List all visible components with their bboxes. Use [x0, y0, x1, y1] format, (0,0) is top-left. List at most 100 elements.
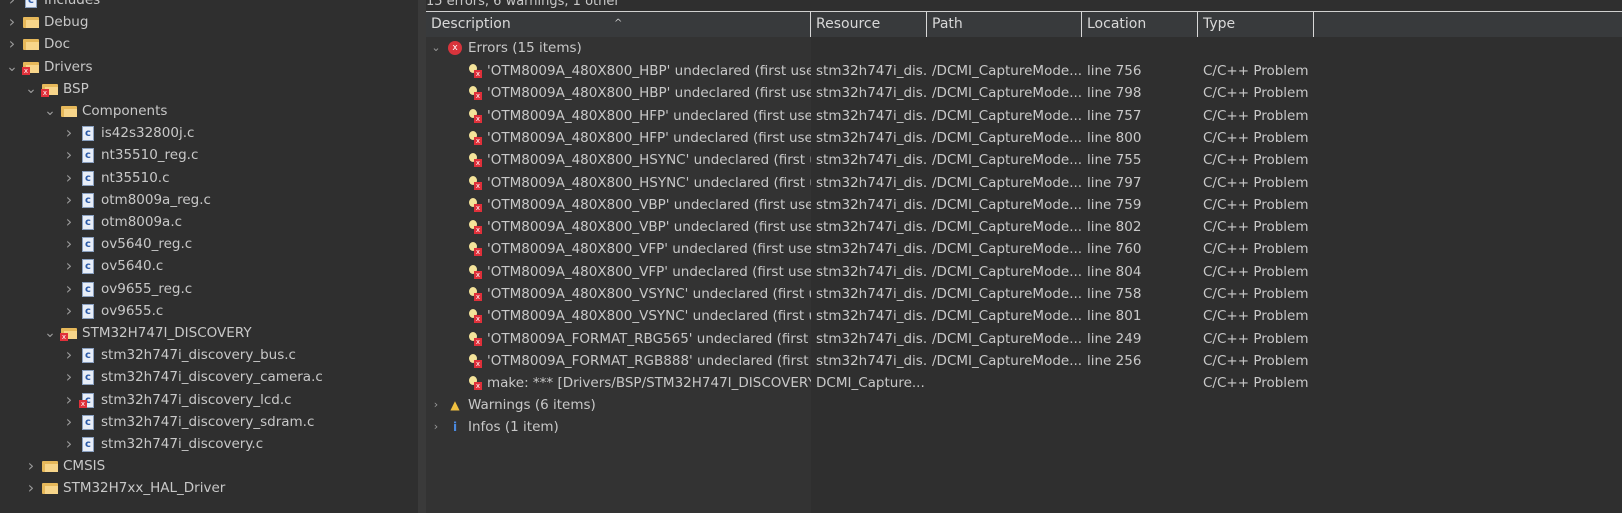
- errors-group[interactable]: ⌄ x Errors (15 items): [426, 37, 581, 59]
- problem-row[interactable]: x 'OTM8009A_480X800_VFP' undeclared (firs…: [426, 261, 1318, 283]
- tree-item[interactable]: › Debug: [4, 11, 89, 33]
- problem-description: 'OTM8009A_480X800_HFP' undeclared (first…: [487, 107, 811, 124]
- tree-item[interactable]: › nt35510_reg.c: [61, 144, 199, 167]
- problem-row[interactable]: x 'OTM8009A_FORMAT_RGB888' undeclared (fi…: [426, 350, 1318, 372]
- problem-row[interactable]: x 'OTM8009A_480X800_HSYNC' undeclared (fi…: [426, 172, 1318, 194]
- column-path[interactable]: Path: [927, 12, 1082, 37]
- tree-item-label: Debug: [44, 14, 89, 31]
- tree-item[interactable]: › ov5640_reg.c: [61, 233, 192, 256]
- chevron-right-icon[interactable]: ›: [61, 144, 77, 166]
- tree-item[interactable]: › ov5640.c: [61, 255, 164, 278]
- problem-row[interactable]: x 'OTM8009A_480X800_HBP' undeclared (firs…: [426, 60, 1318, 82]
- problem-location: line 759: [1087, 196, 1142, 213]
- problem-description: 'OTM8009A_FORMAT_RBG565' undeclared (fir…: [487, 330, 811, 347]
- chevron-right-icon[interactable]: ›: [61, 278, 77, 300]
- problem-resource: DCMI_Capture...: [816, 375, 925, 392]
- chevron-down-icon[interactable]: ⌄: [42, 100, 58, 122]
- problem-row[interactable]: x 'OTM8009A_480X800_HFP' undeclared (firs…: [426, 105, 1318, 127]
- problem-row[interactable]: x 'OTM8009A_480X800_VBP' undeclared (firs…: [426, 194, 1318, 216]
- problem-type: C/C++ Problem: [1203, 129, 1309, 146]
- tree-item[interactable]: › stm32h747i_discovery_camera.c: [61, 366, 323, 389]
- chevron-right-icon[interactable]: ›: [61, 433, 77, 455]
- column-resource[interactable]: Resource: [811, 12, 927, 37]
- problem-location: line 797: [1087, 174, 1142, 191]
- problem-row[interactable]: x make: *** [Drivers/BSP/STM32H747I_DISCO…: [426, 372, 1318, 394]
- problem-location: line 249: [1087, 330, 1142, 347]
- infos-group[interactable]: › i Infos (1 item): [426, 416, 559, 438]
- tree-item[interactable]: › stm32h747i_discovery.c: [61, 433, 263, 456]
- chevron-right-icon[interactable]: ›: [23, 477, 39, 499]
- problem-row[interactable]: x 'OTM8009A_480X800_HSYNC' undeclared (fi…: [426, 149, 1318, 171]
- problem-row[interactable]: x 'OTM8009A_480X800_HFP' undeclared (firs…: [426, 127, 1318, 149]
- problems-view: 15 errors, 6 warnings, 1 other Descripti…: [426, 0, 1622, 513]
- problem-row[interactable]: x 'OTM8009A_480X800_VSYNC' undeclared (fi…: [426, 283, 1318, 305]
- tree-item[interactable]: › nt35510.c: [61, 167, 170, 190]
- tree-item[interactable]: › CMSIS: [23, 455, 105, 477]
- tree-item[interactable]: › is42s32800j.c: [61, 122, 195, 145]
- problem-location: line 800: [1087, 129, 1142, 146]
- problem-description: 'OTM8009A_480X800_VSYNC' undeclared (fir…: [487, 308, 811, 325]
- chevron-right-icon[interactable]: ›: [428, 416, 444, 438]
- chevron-right-icon[interactable]: ›: [61, 366, 77, 388]
- tree-item[interactable]: ›xstm32h747i_discovery_lcd.c: [61, 389, 292, 412]
- problem-row[interactable]: x 'OTM8009A_FORMAT_RBG565' undeclared (fi…: [426, 328, 1318, 350]
- chevron-right-icon[interactable]: ›: [61, 344, 77, 366]
- chevron-right-icon[interactable]: ›: [61, 167, 77, 189]
- problem-resource: stm32h747i_dis...: [816, 286, 927, 302]
- problem-path: /DCMI_CaptureMode...: [932, 129, 1082, 146]
- tree-item[interactable]: ⌄ x STM32H747I_DISCOVERY: [42, 322, 252, 344]
- error-marker-icon: x: [468, 241, 484, 257]
- problem-path: /DCMI_CaptureMode...: [932, 63, 1082, 79]
- chevron-right-icon[interactable]: ›: [428, 394, 444, 416]
- chevron-right-icon[interactable]: ›: [4, 11, 20, 33]
- tree-item[interactable]: › otm8009a.c: [61, 211, 182, 234]
- tree-item[interactable]: ⌄ x BSP: [23, 78, 89, 100]
- chevron-down-icon[interactable]: ⌄: [4, 56, 20, 78]
- problem-description: 'OTM8009A_480X800_VFP' undeclared (first…: [487, 241, 811, 258]
- error-marker-icon: x: [468, 308, 484, 324]
- tree-item[interactable]: › stm32h747i_discovery_bus.c: [61, 344, 296, 367]
- chevron-right-icon[interactable]: ›: [61, 389, 77, 411]
- tree-item[interactable]: › Includes: [4, 0, 100, 12]
- tree-item[interactable]: › otm8009a_reg.c: [61, 189, 211, 212]
- column-type[interactable]: Type: [1198, 12, 1314, 37]
- problem-row[interactable]: x 'OTM8009A_480X800_VBP' undeclared (firs…: [426, 216, 1318, 238]
- chevron-right-icon[interactable]: ›: [61, 255, 77, 277]
- chevron-right-icon[interactable]: ›: [61, 122, 77, 144]
- problem-resource: stm32h747i_dis...: [816, 85, 927, 102]
- tree-item[interactable]: › ov9655_reg.c: [61, 278, 192, 301]
- problem-location: line 798: [1087, 85, 1142, 102]
- problem-row[interactable]: x 'OTM8009A_480X800_VSYNC' undeclared (fi…: [426, 305, 1318, 327]
- tree-item-label: STM32H7xx_HAL_Driver: [63, 480, 226, 497]
- chevron-down-icon[interactable]: ⌄: [42, 322, 58, 344]
- chevron-right-icon[interactable]: ›: [61, 211, 77, 233]
- c-file-icon: [79, 145, 97, 167]
- tree-item[interactable]: ⌄ x Drivers: [4, 56, 93, 78]
- tree-item[interactable]: › stm32h747i_discovery_sdram.c: [61, 411, 315, 434]
- tree-item[interactable]: ⌄ Components: [42, 100, 167, 122]
- problem-type: C/C++ Problem: [1203, 375, 1309, 392]
- chevron-down-icon[interactable]: ⌄: [23, 78, 39, 100]
- warnings-group[interactable]: › ▲ Warnings (6 items): [426, 394, 596, 416]
- tree-item[interactable]: › Doc: [4, 33, 70, 55]
- tree-item-label: BSP: [63, 80, 89, 97]
- chevron-right-icon[interactable]: ›: [4, 33, 20, 55]
- chevron-right-icon[interactable]: ›: [61, 189, 77, 211]
- error-marker-icon: x: [468, 264, 484, 280]
- problem-row[interactable]: x 'OTM8009A_480X800_VFP' undeclared (firs…: [426, 238, 1318, 260]
- panel-sash[interactable]: [418, 0, 426, 513]
- problem-row[interactable]: x 'OTM8009A_480X800_HBP' undeclared (firs…: [426, 82, 1318, 104]
- chevron-down-icon[interactable]: ⌄: [428, 37, 444, 59]
- column-location[interactable]: Location: [1082, 12, 1198, 37]
- warning-icon: ▲: [450, 398, 460, 412]
- chevron-right-icon[interactable]: ›: [23, 455, 39, 477]
- problem-description: 'OTM8009A_480X800_HBP' undeclared (first…: [487, 85, 811, 102]
- tree-item[interactable]: › ov9655.c: [61, 300, 164, 323]
- chevron-right-icon[interactable]: ›: [61, 300, 77, 322]
- problem-type: C/C++ Problem: [1203, 219, 1309, 236]
- chevron-right-icon[interactable]: ›: [61, 233, 77, 255]
- problem-location: line 757: [1087, 107, 1142, 124]
- chevron-right-icon[interactable]: ›: [4, 0, 20, 11]
- chevron-right-icon[interactable]: ›: [61, 411, 77, 433]
- tree-item[interactable]: › STM32H7xx_HAL_Driver: [23, 477, 226, 499]
